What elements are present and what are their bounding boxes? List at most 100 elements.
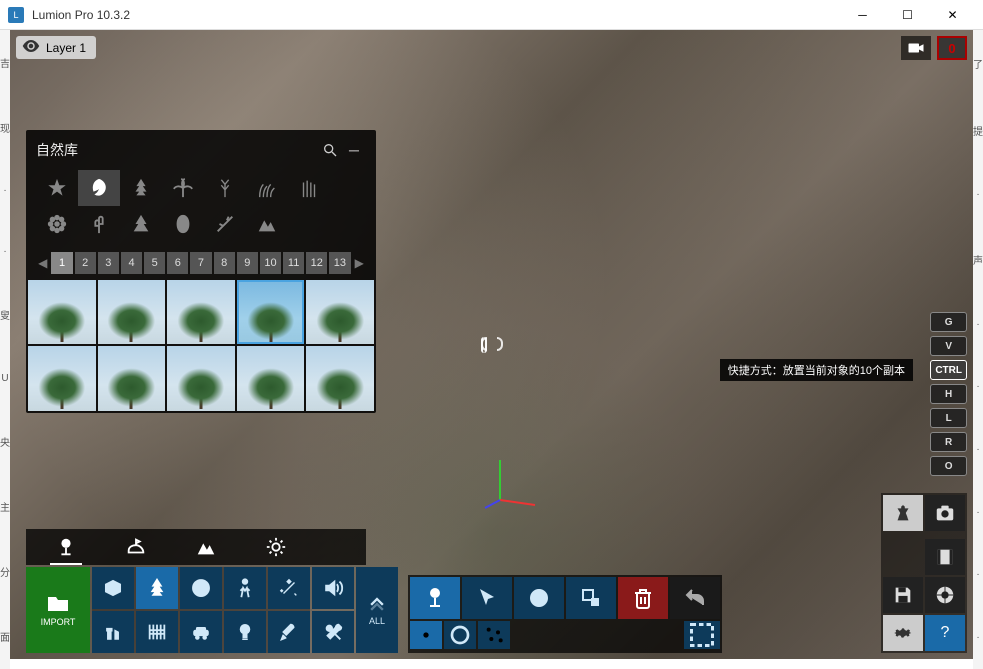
viewport-3d[interactable]: Layer 1 0 自然库 ─ xyxy=(10,30,973,659)
thumb-1[interactable] xyxy=(28,280,96,344)
tool-box[interactable] xyxy=(92,567,134,609)
library-title: 自然库 xyxy=(36,140,318,160)
rotate-tool[interactable] xyxy=(514,577,564,619)
tab-weather[interactable] xyxy=(256,533,296,561)
tool-people[interactable] xyxy=(224,567,266,609)
brush-scatter[interactable] xyxy=(478,621,510,649)
category-reed[interactable] xyxy=(288,170,330,206)
scene-count-badge[interactable]: 0 xyxy=(937,36,967,60)
edge-right-markers: 了提·声······ xyxy=(973,30,983,669)
tool-transport[interactable] xyxy=(180,611,222,653)
page-12[interactable]: 12 xyxy=(306,252,327,274)
page-10[interactable]: 10 xyxy=(260,252,281,274)
camera-icon-button[interactable] xyxy=(901,36,931,60)
category-leaf2[interactable] xyxy=(162,206,204,242)
select-tool[interactable] xyxy=(462,577,512,619)
brush-dot[interactable] xyxy=(410,621,442,649)
search-icon[interactable] xyxy=(318,138,342,162)
thumb-4[interactable] xyxy=(237,280,305,344)
tool-lights[interactable] xyxy=(224,611,266,653)
layer-label: Layer 1 xyxy=(46,41,86,55)
category-bare-tree[interactable] xyxy=(204,170,246,206)
category-flower[interactable] xyxy=(36,206,78,242)
place-tool[interactable] xyxy=(410,577,460,619)
page-3[interactable]: 3 xyxy=(98,252,119,274)
category-branch[interactable] xyxy=(204,206,246,242)
layer-chip[interactable]: Layer 1 xyxy=(16,36,96,59)
page-5[interactable]: 5 xyxy=(144,252,165,274)
category-palm[interactable] xyxy=(162,170,204,206)
bottom-center-toolbar xyxy=(408,575,722,653)
photo-mode-button[interactable] xyxy=(925,495,965,531)
thumb-3[interactable] xyxy=(167,280,235,344)
category-leaf[interactable] xyxy=(78,170,120,206)
minimize-button[interactable]: ─ xyxy=(840,0,885,30)
tab-place[interactable] xyxy=(46,533,86,561)
tool-effects[interactable] xyxy=(268,567,310,609)
all-button[interactable]: ALL xyxy=(356,567,398,653)
import-button[interactable]: IMPORT xyxy=(26,567,90,653)
all-label: ALL xyxy=(369,616,385,626)
page-11[interactable]: 11 xyxy=(283,252,304,274)
build-mode-button[interactable] xyxy=(883,495,923,531)
thumbnail-grid xyxy=(26,278,376,413)
eye-icon xyxy=(22,39,40,56)
thumb-10[interactable] xyxy=(306,346,374,410)
top-right-controls: 0 xyxy=(901,36,967,60)
page-6[interactable]: 6 xyxy=(167,252,188,274)
category-cactus[interactable] xyxy=(78,206,120,242)
movie-mode-button[interactable] xyxy=(925,539,965,575)
tool-sound[interactable] xyxy=(312,567,354,609)
maximize-button[interactable]: ☐ xyxy=(885,0,930,30)
thumb-5[interactable] xyxy=(306,280,374,344)
delete-tool[interactable] xyxy=(618,577,668,619)
undo-tool[interactable] xyxy=(670,577,720,619)
close-button[interactable]: ✕ xyxy=(930,0,975,30)
page-2[interactable]: 2 xyxy=(75,252,96,274)
thumb-8[interactable] xyxy=(167,346,235,410)
key-h[interactable]: H xyxy=(930,384,967,404)
thumb-6[interactable] xyxy=(28,346,96,410)
key-l[interactable]: L xyxy=(930,408,967,428)
help-button[interactable]: ? xyxy=(925,615,965,651)
save-button[interactable] xyxy=(883,577,923,613)
collapse-icon[interactable]: ─ xyxy=(342,138,366,162)
tab-paint[interactable] xyxy=(116,533,156,561)
key-g[interactable]: G xyxy=(930,312,967,332)
key-v[interactable]: V xyxy=(930,336,967,356)
thumb-2[interactable] xyxy=(98,280,166,344)
page-9[interactable]: 9 xyxy=(237,252,258,274)
key-ctrl[interactable]: CTRL xyxy=(930,360,967,380)
tool-outdoor[interactable] xyxy=(136,611,178,653)
category-mountain[interactable] xyxy=(246,206,288,242)
page-prev[interactable]: ◀ xyxy=(36,252,49,274)
page-13[interactable]: 13 xyxy=(329,252,350,274)
thumb-9[interactable] xyxy=(237,346,305,410)
tool-settings[interactable] xyxy=(312,611,354,653)
tab-terrain[interactable] xyxy=(186,533,226,561)
object-category-grid xyxy=(92,567,310,653)
panorama-mode-button[interactable] xyxy=(925,577,965,613)
key-o[interactable]: O xyxy=(930,456,967,476)
scale-tool[interactable] xyxy=(566,577,616,619)
settings-button[interactable] xyxy=(883,615,923,651)
key-r[interactable]: R xyxy=(930,432,967,452)
selection-marquee[interactable] xyxy=(684,621,720,649)
tool-indoor[interactable] xyxy=(92,611,134,653)
page-next[interactable]: ▶ xyxy=(353,252,366,274)
thumb-7[interactable] xyxy=(98,346,166,410)
category-bush[interactable] xyxy=(120,206,162,242)
shortcut-key-column: G V CTRL H L R O xyxy=(930,312,967,476)
page-4[interactable]: 4 xyxy=(121,252,142,274)
category-pine[interactable] xyxy=(120,170,162,206)
brush-ring[interactable] xyxy=(444,621,476,649)
tool-utilities[interactable] xyxy=(268,611,310,653)
page-8[interactable]: 8 xyxy=(214,252,235,274)
page-1[interactable]: 1 xyxy=(51,252,72,274)
category-grass[interactable] xyxy=(246,170,288,206)
edge-left-markers: 吉现··叟U央主分面 xyxy=(0,30,10,669)
tool-nature[interactable] xyxy=(136,567,178,609)
page-7[interactable]: 7 xyxy=(190,252,211,274)
category-star[interactable] xyxy=(36,170,78,206)
tool-nature-cluster[interactable] xyxy=(180,567,222,609)
